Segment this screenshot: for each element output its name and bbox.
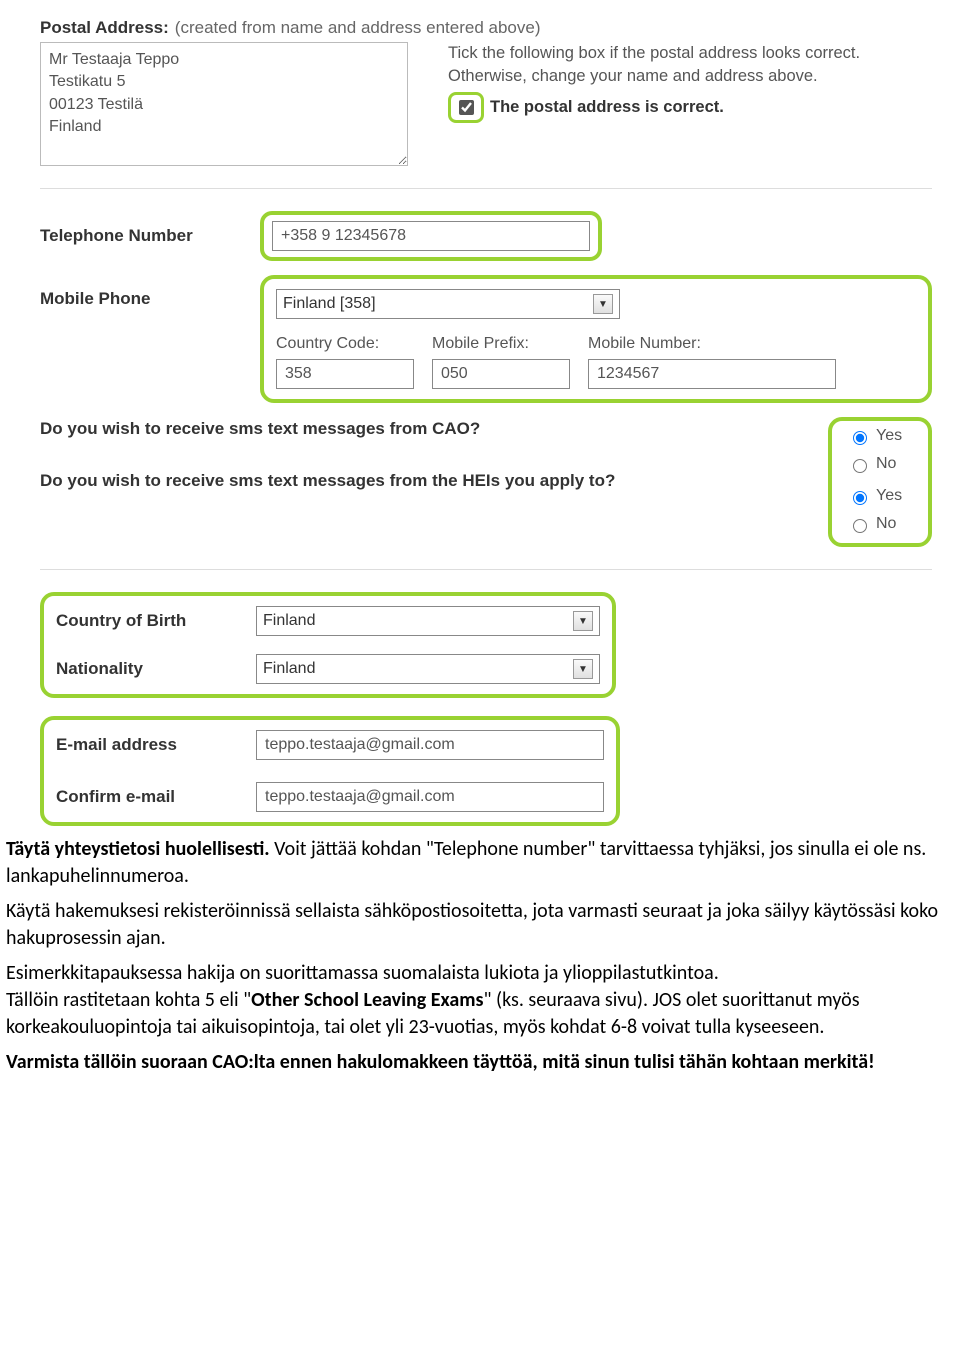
- email-label: E-mail address: [56, 735, 256, 755]
- mobile-row: Mobile Phone Finland [358] ▼ Country Cod…: [40, 275, 932, 403]
- telephone-input[interactable]: [272, 221, 590, 251]
- confirm-email-input[interactable]: [256, 782, 604, 812]
- mobile-prefix-input[interactable]: [432, 359, 570, 389]
- sms-hei-no[interactable]: No: [848, 515, 896, 533]
- instr-p3b: Tällöin rastitetaan kohta 5 eli ": [6, 988, 251, 1012]
- instr-p1-bold: Täytä yhteystietosi huolellisesti.: [6, 837, 270, 861]
- dropdown-icon: ▼: [593, 294, 613, 314]
- sms-hei-no-radio[interactable]: [853, 519, 867, 533]
- nationality-value: Finland: [263, 660, 315, 678]
- sms-cao-no-radio[interactable]: [853, 459, 867, 473]
- sms-cao-question: Do you wish to receive sms text messages…: [40, 417, 828, 439]
- cob-select[interactable]: Finland ▼: [256, 606, 600, 636]
- sms-cao-yes-radio[interactable]: [853, 431, 867, 445]
- nationality-select[interactable]: Finland ▼: [256, 654, 600, 684]
- confirm-email-label: Confirm e-mail: [56, 787, 256, 807]
- mobile-label: Mobile Phone: [40, 275, 260, 309]
- postal-confirm-checkbox[interactable]: [459, 100, 474, 115]
- sms-cao-no[interactable]: No: [848, 455, 896, 473]
- telephone-row: Telephone Number: [40, 211, 932, 261]
- postal-address-section: Postal Address: (created from name and a…: [40, 18, 932, 166]
- email-highlight: E-mail address Confirm e-mail: [40, 716, 620, 826]
- separator: [40, 569, 932, 570]
- mobile-country-value: Finland [358]: [283, 295, 376, 313]
- country-code-label: Country Code:: [276, 335, 414, 353]
- mobile-highlight: Finland [358] ▼ Country Code: Mobile Pre…: [260, 275, 932, 403]
- dropdown-icon: ▼: [573, 659, 593, 679]
- postal-help-line1: Tick the following box if the postal add…: [448, 42, 932, 65]
- sms-radio-highlight: Yes No Yes No: [828, 417, 932, 547]
- sms-hei-question: Do you wish to receive sms text messages…: [40, 469, 828, 491]
- separator: [40, 188, 932, 189]
- postal-confirm-label: The postal address is correct.: [490, 96, 724, 119]
- sms-cao-yes[interactable]: Yes: [848, 427, 902, 445]
- postal-help-line2: Otherwise, change your name and address …: [448, 65, 932, 88]
- dropdown-icon: ▼: [573, 611, 593, 631]
- mobile-number-input[interactable]: [588, 359, 836, 389]
- instr-p3a: Esimerkkitapauksessa hakija on suorittam…: [6, 961, 719, 985]
- email-input[interactable]: [256, 730, 604, 760]
- mobile-prefix-label: Mobile Prefix:: [432, 335, 570, 353]
- cob-value: Finland: [263, 612, 315, 630]
- sms-hei-yes[interactable]: Yes: [848, 487, 902, 505]
- instr-p3c: Other School Leaving Exams: [251, 988, 483, 1012]
- instr-p4: Varmista tällöin suoraan CAO:lta ennen h…: [6, 1049, 954, 1076]
- postal-address-textarea[interactable]: Mr Testaaja Teppo Testikatu 5 00123 Test…: [40, 42, 408, 166]
- postal-address-hint: (created from name and address entered a…: [175, 18, 541, 38]
- telephone-highlight: [260, 211, 602, 261]
- mobile-country-select[interactable]: Finland [358] ▼: [276, 289, 620, 319]
- country-code-input[interactable]: [276, 359, 414, 389]
- instr-p2: Käytä hakemuksesi rekisteröinnissä sella…: [6, 898, 954, 952]
- telephone-label: Telephone Number: [40, 226, 260, 246]
- cob-label: Country of Birth: [56, 611, 256, 631]
- mobile-number-label: Mobile Number:: [588, 335, 836, 353]
- nationality-label: Nationality: [56, 659, 256, 679]
- instruction-block: Täytä yhteystietosi huolellisesti. Voit …: [0, 836, 960, 1094]
- postal-confirm-highlight: [448, 92, 484, 123]
- postal-address-label: Postal Address:: [40, 18, 169, 38]
- birth-nationality-highlight: Country of Birth Finland ▼ Nationality F…: [40, 592, 616, 698]
- sms-hei-yes-radio[interactable]: [853, 491, 867, 505]
